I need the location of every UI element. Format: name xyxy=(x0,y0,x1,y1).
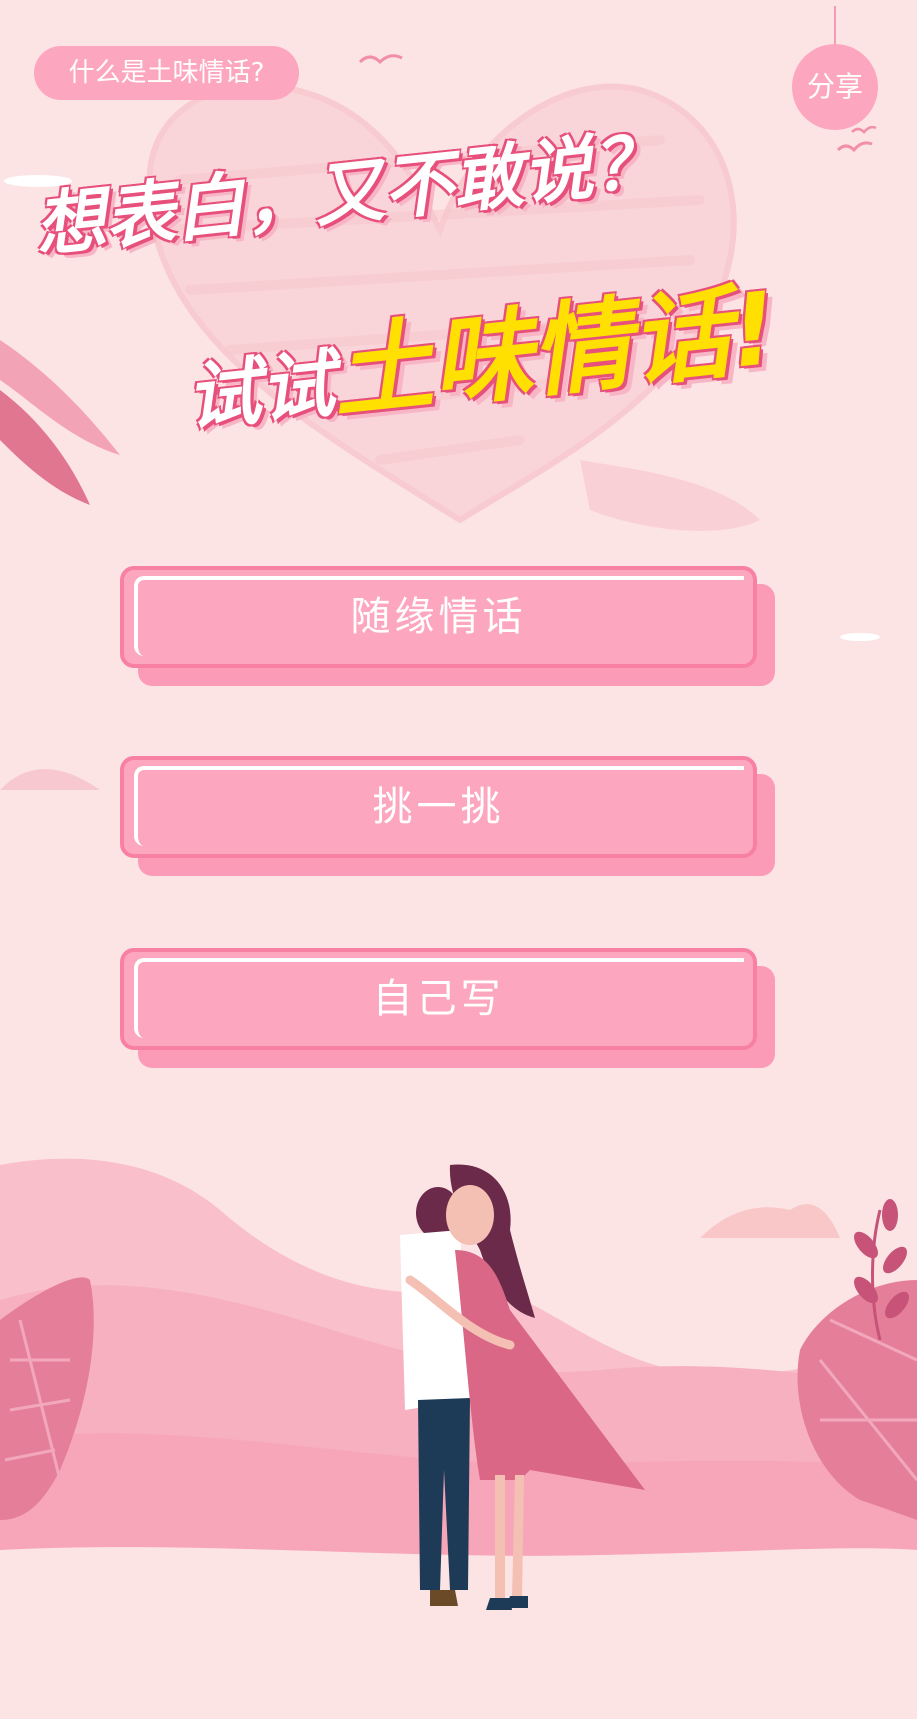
share-hanger xyxy=(834,6,836,46)
app-screen: 什么是土味情话? 分享 想表白，又不敢说？ 试试土味情话! 随缘情话 挑一挑 自… xyxy=(0,0,917,1719)
random-lovetalk-button[interactable]: 随缘情话 xyxy=(120,566,775,686)
button-label: 自己写 xyxy=(372,976,505,1022)
bird-icon xyxy=(358,54,403,65)
pick-lovetalk-button[interactable]: 挑一挑 xyxy=(120,756,775,876)
headline-prefix: 试试 xyxy=(181,341,339,443)
what-is-button[interactable]: 什么是土味情话? xyxy=(34,46,299,100)
share-button[interactable]: 分享 xyxy=(792,44,878,130)
write-own-button[interactable]: 自己写 xyxy=(120,948,775,1068)
leaf-icon xyxy=(0,340,120,505)
button-label: 挑一挑 xyxy=(372,784,505,830)
bird-icon xyxy=(851,125,877,134)
bird-icon xyxy=(836,141,873,153)
button-label: 随缘情话 xyxy=(350,594,527,640)
